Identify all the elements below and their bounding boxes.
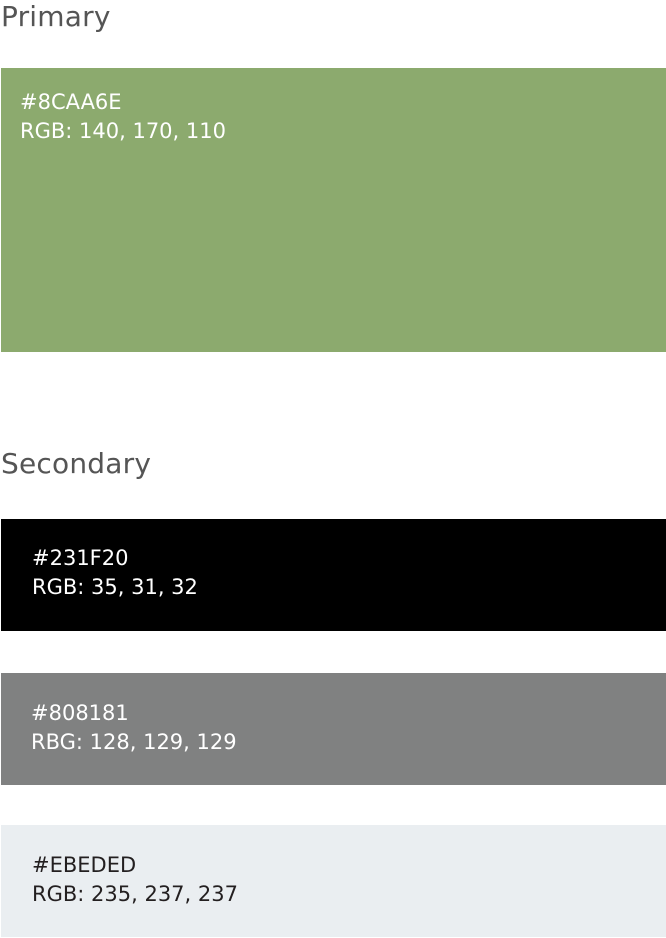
swatch-hex-value: #231F20: [32, 546, 129, 570]
primary-section-title: Primary: [1, 0, 111, 33]
swatch-hex-value: #808181: [31, 701, 129, 725]
swatch-rgb-value: RGB: 35, 31, 32: [32, 575, 198, 599]
swatch-hex-value: #EBEDED: [32, 853, 137, 877]
secondary-color-swatch: #EBEDED RGB: 235, 237, 237: [1, 825, 666, 937]
primary-color-swatch: #8CAA6E RGB: 140, 170, 110: [1, 68, 666, 352]
swatch-rgb-value: RGB: 140, 170, 110: [20, 119, 226, 143]
swatch-hex-value: #8CAA6E: [20, 90, 122, 114]
swatch-rgb-value: RBG: 128, 129, 129: [31, 730, 237, 754]
secondary-section-title: Secondary: [1, 447, 152, 480]
secondary-color-swatch: #231F20 RGB: 35, 31, 32: [1, 519, 666, 631]
swatch-rgb-value: RGB: 235, 237, 237: [32, 882, 238, 906]
secondary-color-swatch: #808181 RBG: 128, 129, 129: [1, 673, 666, 785]
